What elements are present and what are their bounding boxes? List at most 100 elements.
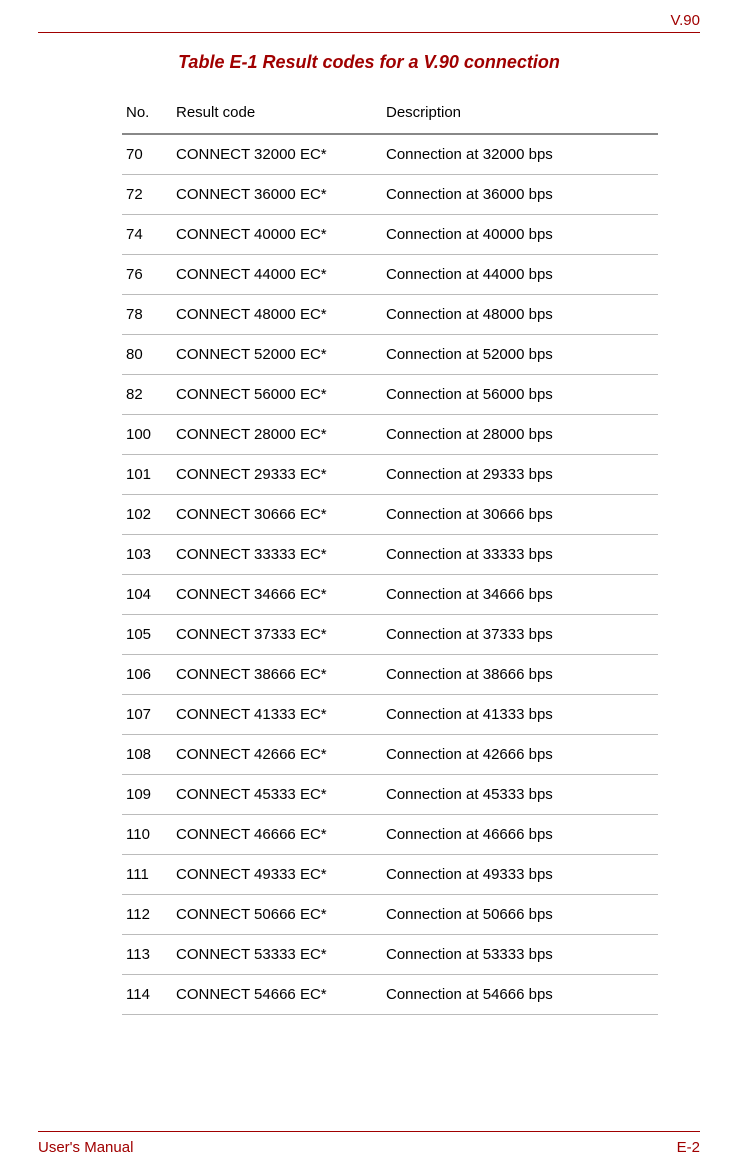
table-row: 114CONNECT 54666 EC*Connection at 54666 … (122, 975, 658, 1015)
cell-code: CONNECT 56000 EC* (176, 386, 386, 403)
cell-no: 80 (122, 346, 176, 363)
col-header-code: Result code (176, 104, 386, 121)
col-header-no: No. (122, 104, 176, 121)
table-row: 111CONNECT 49333 EC*Connection at 49333 … (122, 855, 658, 895)
cell-desc: Connection at 34666 bps (386, 586, 658, 603)
cell-code: CONNECT 45333 EC* (176, 786, 386, 803)
cell-desc: Connection at 49333 bps (386, 866, 658, 883)
cell-desc: Connection at 53333 bps (386, 946, 658, 963)
result-codes-table: No. Result code Description 70CONNECT 32… (122, 92, 658, 1015)
table-row: 101CONNECT 29333 EC*Connection at 29333 … (122, 455, 658, 495)
cell-code: CONNECT 37333 EC* (176, 626, 386, 643)
table-row: 76CONNECT 44000 EC*Connection at 44000 b… (122, 255, 658, 295)
cell-desc: Connection at 52000 bps (386, 346, 658, 363)
table-title: Table E-1 Result codes for a V.90 connec… (0, 52, 738, 73)
table-row: 108CONNECT 42666 EC*Connection at 42666 … (122, 735, 658, 775)
col-header-desc: Description (386, 104, 658, 121)
cell-code: CONNECT 29333 EC* (176, 466, 386, 483)
table-row: 72CONNECT 36000 EC*Connection at 36000 b… (122, 175, 658, 215)
table-row: 105CONNECT 37333 EC*Connection at 37333 … (122, 615, 658, 655)
cell-no: 82 (122, 386, 176, 403)
cell-code: CONNECT 38666 EC* (176, 666, 386, 683)
cell-code: CONNECT 52000 EC* (176, 346, 386, 363)
cell-no: 78 (122, 306, 176, 323)
footer-manual: User's Manual (38, 1139, 133, 1156)
cell-no: 107 (122, 706, 176, 723)
cell-desc: Connection at 37333 bps (386, 626, 658, 643)
table-row: 107CONNECT 41333 EC*Connection at 41333 … (122, 695, 658, 735)
cell-desc: Connection at 46666 bps (386, 826, 658, 843)
table-row: 82CONNECT 56000 EC*Connection at 56000 b… (122, 375, 658, 415)
table-row: 110CONNECT 46666 EC*Connection at 46666 … (122, 815, 658, 855)
table-row: 112CONNECT 50666 EC*Connection at 50666 … (122, 895, 658, 935)
cell-no: 101 (122, 466, 176, 483)
cell-code: CONNECT 28000 EC* (176, 426, 386, 443)
table-row: 70CONNECT 32000 EC*Connection at 32000 b… (122, 135, 658, 175)
cell-no: 108 (122, 746, 176, 763)
cell-code: CONNECT 46666 EC* (176, 826, 386, 843)
table-row: 78CONNECT 48000 EC*Connection at 48000 b… (122, 295, 658, 335)
cell-desc: Connection at 44000 bps (386, 266, 658, 283)
header-divider (38, 32, 700, 33)
cell-desc: Connection at 28000 bps (386, 426, 658, 443)
cell-no: 72 (122, 186, 176, 203)
table-row: 74CONNECT 40000 EC*Connection at 40000 b… (122, 215, 658, 255)
table-row: 109CONNECT 45333 EC*Connection at 45333 … (122, 775, 658, 815)
cell-no: 103 (122, 546, 176, 563)
cell-desc: Connection at 41333 bps (386, 706, 658, 723)
table-row: 102CONNECT 30666 EC*Connection at 30666 … (122, 495, 658, 535)
cell-code: CONNECT 34666 EC* (176, 586, 386, 603)
cell-code: CONNECT 48000 EC* (176, 306, 386, 323)
cell-no: 110 (122, 826, 176, 843)
cell-desc: Connection at 50666 bps (386, 906, 658, 923)
footer-page-number: E-2 (677, 1139, 700, 1156)
cell-desc: Connection at 40000 bps (386, 226, 658, 243)
cell-code: CONNECT 44000 EC* (176, 266, 386, 283)
cell-desc: Connection at 33333 bps (386, 546, 658, 563)
cell-no: 106 (122, 666, 176, 683)
cell-code: CONNECT 49333 EC* (176, 866, 386, 883)
cell-code: CONNECT 32000 EC* (176, 146, 386, 163)
cell-no: 104 (122, 586, 176, 603)
table-header-row: No. Result code Description (122, 92, 658, 135)
cell-desc: Connection at 48000 bps (386, 306, 658, 323)
cell-no: 70 (122, 146, 176, 163)
cell-desc: Connection at 36000 bps (386, 186, 658, 203)
table-row: 106CONNECT 38666 EC*Connection at 38666 … (122, 655, 658, 695)
footer-divider (38, 1131, 700, 1132)
cell-code: CONNECT 54666 EC* (176, 986, 386, 1003)
cell-desc: Connection at 45333 bps (386, 786, 658, 803)
cell-desc: Connection at 54666 bps (386, 986, 658, 1003)
cell-desc: Connection at 30666 bps (386, 506, 658, 523)
cell-code: CONNECT 50666 EC* (176, 906, 386, 923)
cell-no: 111 (122, 866, 176, 883)
cell-code: CONNECT 42666 EC* (176, 746, 386, 763)
cell-desc: Connection at 32000 bps (386, 146, 658, 163)
cell-code: CONNECT 53333 EC* (176, 946, 386, 963)
cell-no: 74 (122, 226, 176, 243)
cell-code: CONNECT 30666 EC* (176, 506, 386, 523)
cell-no: 109 (122, 786, 176, 803)
table-row: 104CONNECT 34666 EC*Connection at 34666 … (122, 575, 658, 615)
table-row: 100CONNECT 28000 EC*Connection at 28000 … (122, 415, 658, 455)
page: V.90 Table E-1 Result codes for a V.90 c… (0, 0, 738, 1172)
table-row: 103CONNECT 33333 EC*Connection at 33333 … (122, 535, 658, 575)
cell-no: 114 (122, 986, 176, 1003)
cell-code: CONNECT 40000 EC* (176, 226, 386, 243)
table-row: 80CONNECT 52000 EC*Connection at 52000 b… (122, 335, 658, 375)
header-section: V.90 (671, 12, 700, 29)
cell-desc: Connection at 56000 bps (386, 386, 658, 403)
cell-no: 100 (122, 426, 176, 443)
cell-no: 112 (122, 906, 176, 923)
cell-no: 113 (122, 946, 176, 963)
cell-no: 76 (122, 266, 176, 283)
cell-desc: Connection at 42666 bps (386, 746, 658, 763)
table-row: 113CONNECT 53333 EC*Connection at 53333 … (122, 935, 658, 975)
cell-desc: Connection at 29333 bps (386, 466, 658, 483)
cell-desc: Connection at 38666 bps (386, 666, 658, 683)
cell-no: 105 (122, 626, 176, 643)
cell-code: CONNECT 33333 EC* (176, 546, 386, 563)
cell-code: CONNECT 36000 EC* (176, 186, 386, 203)
cell-no: 102 (122, 506, 176, 523)
cell-code: CONNECT 41333 EC* (176, 706, 386, 723)
